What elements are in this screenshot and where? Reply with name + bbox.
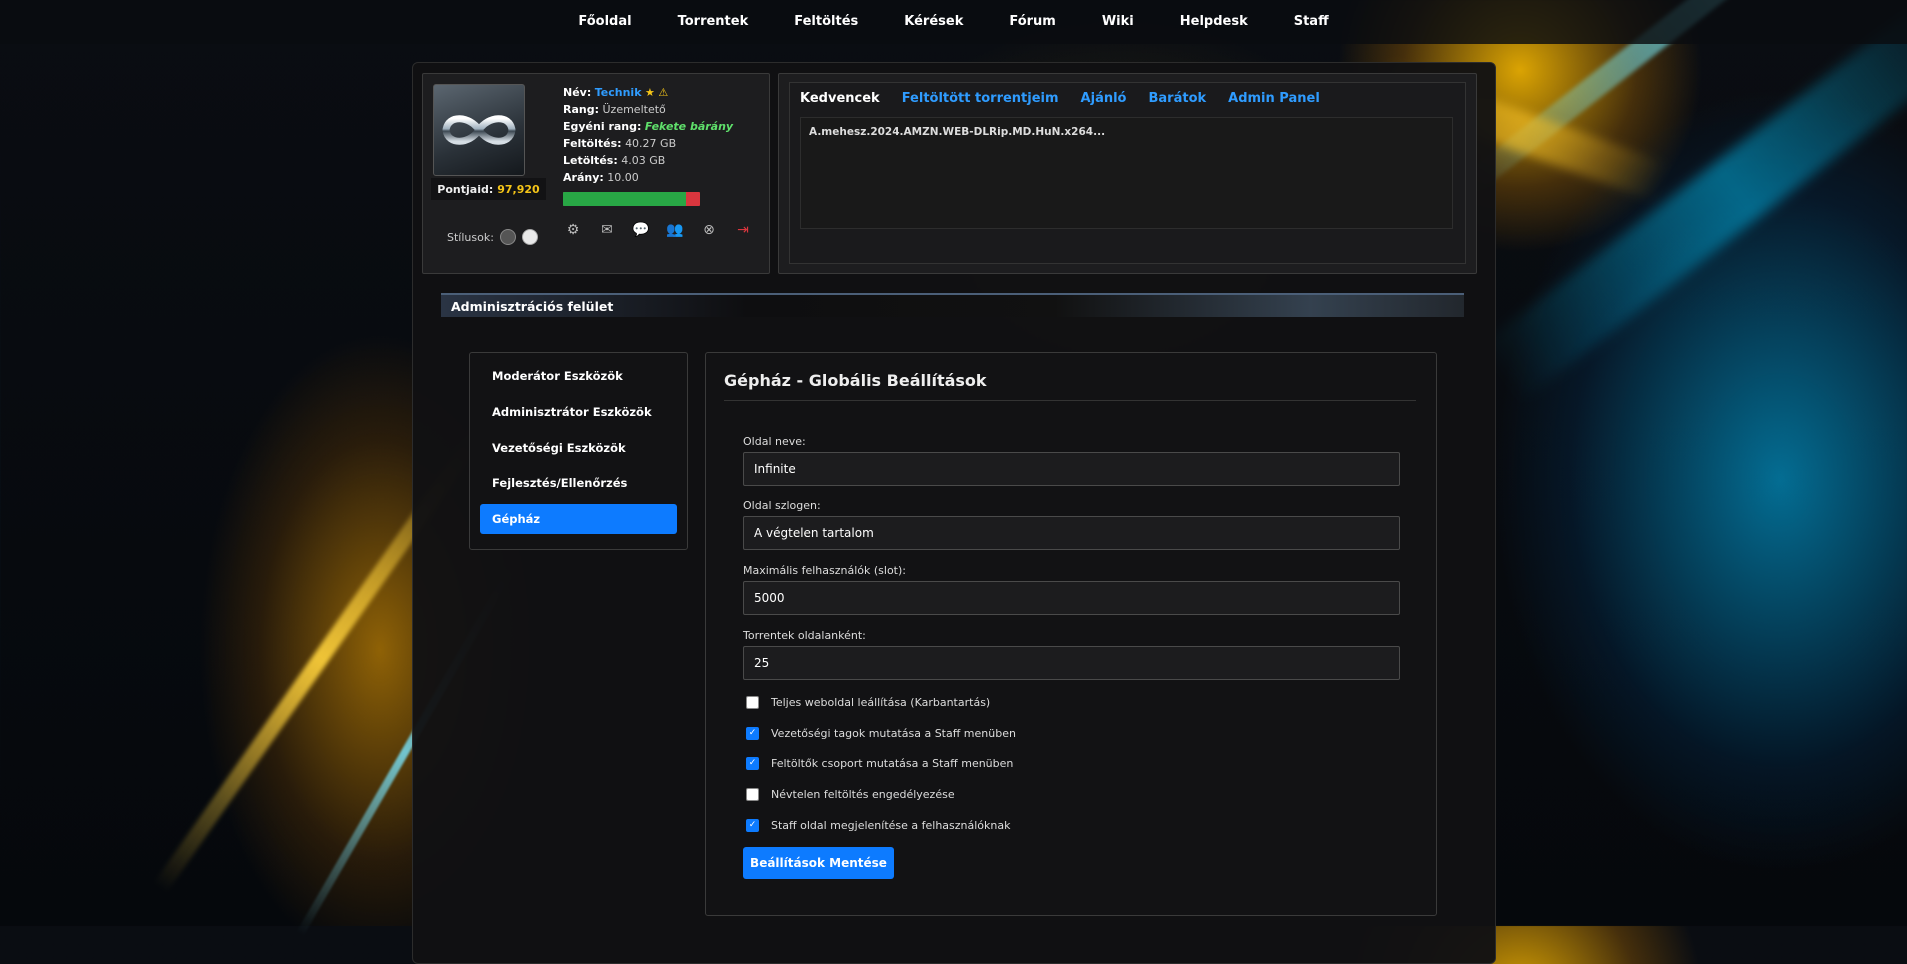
- menu-management-tools[interactable]: Vezetőségi Eszközök: [480, 433, 677, 463]
- admin-section-header: Adminisztrációs felület: [441, 293, 1464, 317]
- nav-home[interactable]: Főoldal: [555, 0, 654, 44]
- tab-content: A.mehesz.2024.AMZN.WEB-DLRip.MD.HuN.x264…: [800, 117, 1453, 229]
- warning-icon: ⚠: [658, 86, 669, 99]
- show-leadership-label: Vezetőségi tagok mutatása a Staff menübe…: [771, 727, 1016, 740]
- mail-icon[interactable]: ✉: [597, 222, 617, 238]
- profile-box: Pontjaid: 97,920 Stílusok: Név: Technik …: [422, 73, 770, 274]
- menu-administrator-tools[interactable]: Adminisztrátor Eszközök: [480, 397, 677, 427]
- upload-value: 40.27 GB: [625, 137, 677, 150]
- user-settings-icon[interactable]: ⚙: [563, 222, 583, 238]
- name-label: Név:: [563, 86, 592, 99]
- torrents-per-page-input[interactable]: [743, 646, 1400, 680]
- nav-torrents[interactable]: Torrentek: [655, 0, 772, 44]
- show-uploaders-checkbox[interactable]: ✓: [746, 757, 759, 770]
- tab-my-uploads[interactable]: Feltöltött torrentjeim: [902, 91, 1059, 106]
- settings-title: Gépház - Globális Beállítások: [724, 371, 987, 390]
- tab-bar: Kedvencek Feltöltött torrentjeim Ajánló …: [800, 91, 1320, 106]
- friends-icon[interactable]: 👥: [665, 222, 685, 238]
- rank-value: Üzemeltető: [602, 103, 666, 116]
- tabs-container: Kedvencek Feltöltött torrentjeim Ajánló …: [789, 82, 1466, 264]
- logout-icon[interactable]: ⇥: [733, 222, 753, 238]
- nav-requests[interactable]: Kérések: [881, 0, 986, 44]
- maintenance-option: Teljes weboldal leállítása (Karbantartás…: [746, 696, 990, 709]
- maintenance-checkbox[interactable]: [746, 696, 759, 709]
- menu-engine-room[interactable]: Gépház: [480, 504, 677, 534]
- styles-label: Stílusok:: [447, 230, 494, 244]
- menu-moderator-tools[interactable]: Moderátor Eszközök: [480, 361, 677, 391]
- show-leadership-checkbox[interactable]: ✓: [746, 727, 759, 740]
- maintenance-label: Teljes weboldal leállítása (Karbantartás…: [771, 696, 991, 709]
- profile-actions: ⚙ ✉ 💬 👥 ⊗ ⇥: [563, 222, 753, 238]
- points-value: 97,920: [497, 182, 540, 196]
- site-slogan-input[interactable]: [743, 516, 1400, 550]
- close-circle-icon[interactable]: ⊗: [699, 222, 719, 238]
- favorite-torrent-link[interactable]: A.mehesz.2024.AMZN.WEB-DLRip.MD.HuN.x264…: [809, 126, 1444, 138]
- staff-page-visible-checkbox[interactable]: ✓: [746, 819, 759, 832]
- points-label: Pontjaid:: [437, 182, 494, 196]
- tab-recommended[interactable]: Ajánló: [1081, 91, 1127, 106]
- nav-forum[interactable]: Fórum: [986, 0, 1079, 44]
- site-name-input[interactable]: [743, 452, 1400, 486]
- top-navigation: Főoldal Torrentek Feltöltés Kérések Fóru…: [0, 0, 1907, 44]
- site-slogan-label: Oldal szlogen:: [743, 499, 821, 512]
- infinity-logo-icon: [442, 115, 516, 145]
- save-settings-button[interactable]: Beállítások Mentése: [743, 847, 894, 879]
- admin-header-title: Adminisztrációs felület: [451, 299, 614, 314]
- tab-admin-panel[interactable]: Admin Panel: [1228, 91, 1320, 106]
- background-streak: [1478, 0, 1907, 403]
- staff-page-visible-option: ✓ Staff oldal megjelenítése a felhasznál…: [746, 819, 1011, 832]
- profile-info: Név: Technik ★ ⚠ Rang: Üzemeltető Egyéni…: [563, 84, 733, 186]
- user-tabs-panel: Kedvencek Feltöltött torrentjeim Ajánló …: [778, 73, 1477, 274]
- light-style-toggle[interactable]: [521, 229, 538, 245]
- points-display: Pontjaid: 97,920: [431, 178, 546, 200]
- title-divider: [724, 400, 1416, 401]
- download-label: Letöltés:: [563, 154, 618, 167]
- site-name-label: Oldal neve:: [743, 435, 806, 448]
- avatar[interactable]: [433, 84, 525, 176]
- style-switcher: Stílusok:: [447, 229, 538, 245]
- tab-friends[interactable]: Barátok: [1148, 91, 1206, 106]
- star-icon: ★: [645, 86, 655, 99]
- rank-label: Rang:: [563, 103, 599, 116]
- show-uploaders-label: Feltöltők csoport mutatása a Staff menüb…: [771, 757, 1014, 770]
- nav-upload[interactable]: Feltöltés: [771, 0, 881, 44]
- chat-icon[interactable]: 💬: [631, 222, 651, 238]
- custom-rank-value: Fekete bárány: [644, 120, 734, 133]
- dark-style-toggle[interactable]: [499, 229, 516, 245]
- ratio-progress-bar: [563, 192, 700, 206]
- anonymous-upload-option: Névtelen feltöltés engedélyezése: [746, 788, 955, 801]
- custom-rank-label: Egyéni rang:: [563, 120, 642, 133]
- upload-label: Feltöltés:: [563, 137, 622, 150]
- staff-page-visible-label: Staff oldal megjelenítése a felhasználók…: [771, 819, 1011, 832]
- anonymous-upload-label: Névtelen feltöltés engedélyezése: [771, 788, 955, 801]
- username-link[interactable]: Technik: [595, 86, 642, 99]
- ratio-label: Arány:: [563, 171, 604, 184]
- anonymous-upload-checkbox[interactable]: [746, 788, 759, 801]
- download-value: 4.03 GB: [621, 154, 666, 167]
- nav-wiki[interactable]: Wiki: [1079, 0, 1157, 44]
- max-users-input[interactable]: [743, 581, 1400, 615]
- ratio-value: 10.00: [607, 171, 639, 184]
- max-users-label: Maximális felhasználók (slot):: [743, 564, 906, 577]
- ratio-progress-fill: [563, 192, 687, 206]
- tab-favorites[interactable]: Kedvencek: [800, 91, 880, 106]
- settings-panel: Gépház - Globális Beállítások Oldal neve…: [705, 352, 1437, 916]
- show-uploaders-option: ✓ Feltöltők csoport mutatása a Staff men…: [746, 757, 1013, 770]
- show-leadership-option: ✓ Vezetőségi tagok mutatása a Staff menü…: [746, 727, 1016, 740]
- admin-side-menu: Moderátor Eszközök Adminisztrátor Eszköz…: [469, 352, 688, 550]
- menu-development-tools[interactable]: Fejlesztés/Ellenőrzés: [480, 468, 677, 498]
- nav-staff[interactable]: Staff: [1271, 0, 1352, 44]
- torrents-per-page-label: Torrentek oldalanként:: [743, 629, 866, 642]
- nav-helpdesk[interactable]: Helpdesk: [1157, 0, 1271, 44]
